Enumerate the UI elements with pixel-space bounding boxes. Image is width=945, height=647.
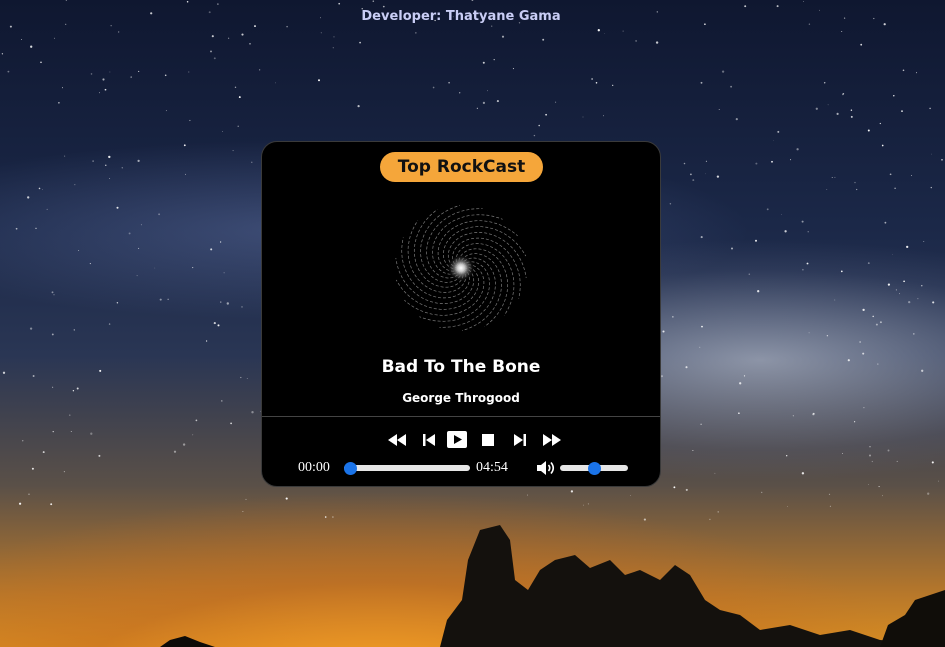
fast-forward-button[interactable] xyxy=(541,430,563,450)
previous-button[interactable] xyxy=(419,430,441,450)
rewind-icon xyxy=(388,434,406,446)
volume-slider[interactable] xyxy=(560,461,628,475)
volume-button[interactable] xyxy=(535,458,557,478)
album-art-spiral xyxy=(395,204,527,332)
next-button[interactable] xyxy=(509,430,531,450)
skip-previous-icon xyxy=(423,434,435,446)
artist-name: George Throgood xyxy=(402,391,520,405)
song-title: Bad To The Bone xyxy=(381,357,541,377)
seek-slider[interactable] xyxy=(344,461,470,475)
top-rockcast-badge: Top RockCast xyxy=(380,152,543,182)
skip-next-icon xyxy=(514,434,526,446)
current-time: 00:00 xyxy=(298,460,330,475)
seek-slider-thumb[interactable] xyxy=(344,461,357,475)
stop-button[interactable] xyxy=(478,430,500,450)
play-button[interactable] xyxy=(446,430,468,450)
play-icon xyxy=(447,431,467,448)
music-player-panel: Top RockCast Bad To The Bone George Thro… xyxy=(261,141,661,487)
rewind-button[interactable] xyxy=(386,430,408,450)
volume-slider-thumb[interactable] xyxy=(587,461,601,475)
volume-icon xyxy=(537,461,555,475)
duration: 04:54 xyxy=(476,460,508,475)
divider xyxy=(262,416,660,417)
fast-forward-icon xyxy=(543,434,561,446)
stop-icon xyxy=(482,434,494,446)
developer-credit: Developer: Thatyane Gama xyxy=(361,9,561,24)
